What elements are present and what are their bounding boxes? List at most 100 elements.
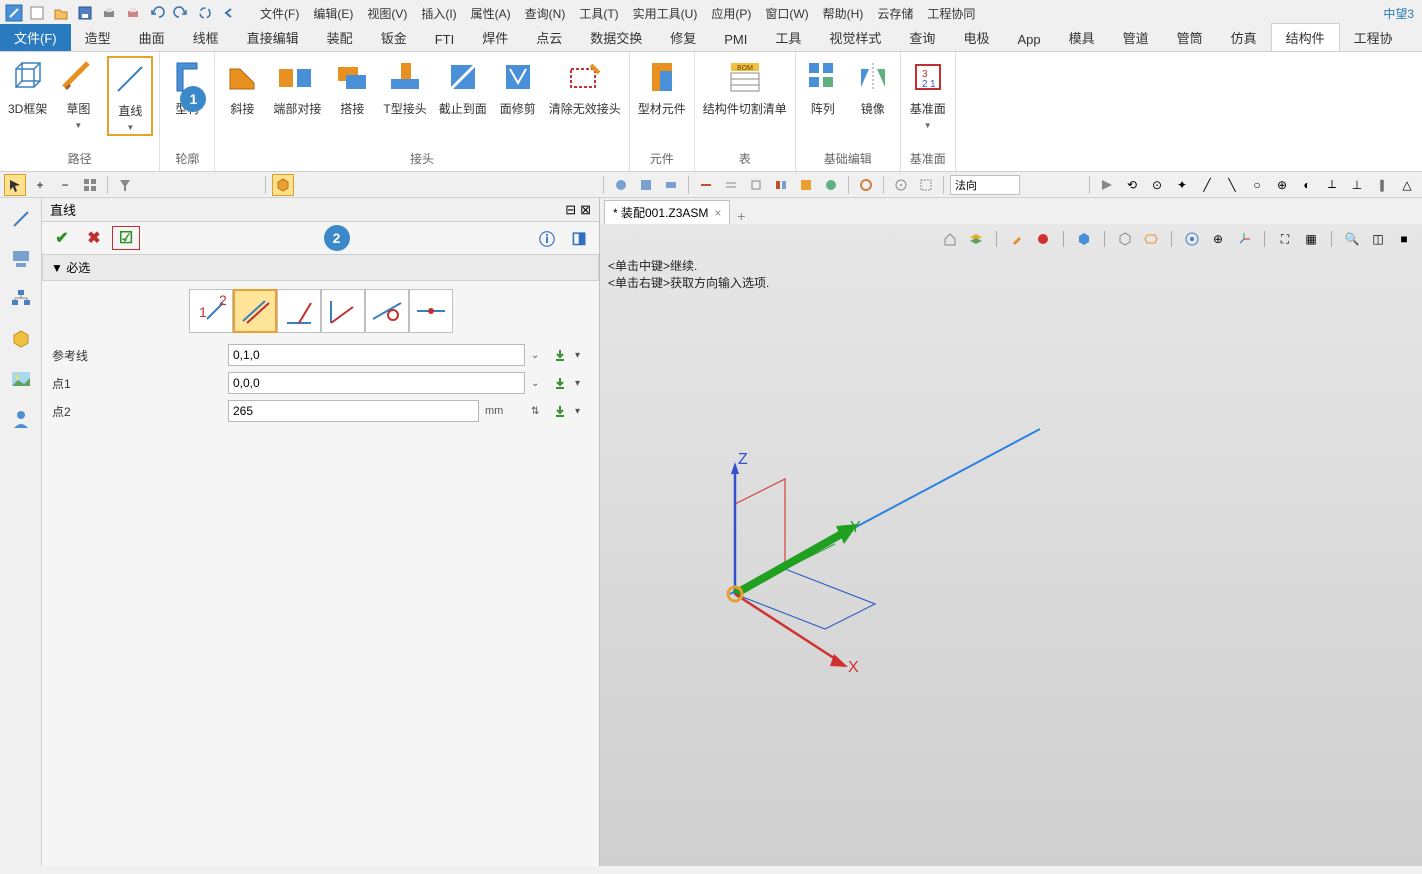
ribbon-bom[interactable]: BOM结构件切割清单 [701,56,789,119]
vt-cube[interactable] [1074,229,1094,249]
ribbon-tab-fti[interactable]: FTI [421,28,469,51]
menu-insert[interactable]: 插入(I) [415,3,462,24]
select-tool[interactable] [4,174,26,196]
line-type-parallel[interactable] [233,289,277,333]
menu-view[interactable]: 视图(V) [361,3,413,24]
ribbon-tab-struct[interactable]: 结构件 [1271,23,1340,51]
line-type-angle[interactable] [321,289,365,333]
panel-close-icon[interactable]: ⊠ [580,202,591,218]
doc-tab[interactable]: * 装配001.Z3ASM × [604,200,730,224]
ribbon-tab-repair[interactable]: 修复 [656,24,710,51]
line-type-tangent[interactable] [365,289,409,333]
ribbon-tab-mold[interactable]: 模具 [1055,24,1109,51]
tb-w[interactable]: ∥ [1371,174,1393,196]
ribbon-tab-surface[interactable]: 曲面 [125,24,179,51]
close-tab-icon[interactable]: × [714,206,721,220]
ribbon-trimface[interactable]: 截止到面 [437,56,489,119]
tb-j[interactable] [855,174,877,196]
ribbon-tab-pipe[interactable]: 管道 [1109,24,1163,51]
download-icon[interactable] [551,346,569,364]
ribbon-tab-direct[interactable]: 直接编辑 [233,24,313,51]
tb-q[interactable]: ╲ [1221,174,1243,196]
spinner-icon[interactable]: ⇅ [531,406,545,417]
tb-cube[interactable] [272,174,294,196]
apply-button[interactable]: ☑ [112,226,140,250]
tb-e[interactable] [720,174,742,196]
ribbon-tab-tube[interactable]: 管筒 [1163,24,1217,51]
vt-target2[interactable]: ⊕ [1208,229,1228,249]
ribbon-tab-cloud[interactable]: 点云 [522,24,576,51]
tb-arrow[interactable] [1096,174,1118,196]
direction-dropdown[interactable]: 法向 [950,175,1020,195]
ribbon-element[interactable]: 型材元件 [636,56,688,119]
canvas[interactable]: <单击中键>继续. <单击右键>获取方向输入选项. Z Y [600,254,1422,866]
ribbon-mirror[interactable]: 镜像 [852,56,894,119]
side-tab-user[interactable] [8,406,34,432]
tb-plus[interactable]: + [29,174,51,196]
print-icon[interactable] [100,4,118,22]
ribbon-tab-query[interactable]: 查询 [895,24,949,51]
tb-g[interactable] [770,174,792,196]
nav-left-icon[interactable] [220,4,238,22]
download-icon[interactable] [551,402,569,420]
ribbon-clear[interactable]: 清除无效接头 [547,56,623,119]
tb-u[interactable]: ⟂ [1321,174,1343,196]
menu-util[interactable]: 实用工具(U) [627,3,704,24]
tb-m[interactable]: ⟲ [1121,174,1143,196]
redo-icon[interactable] [172,4,190,22]
panel-min-icon[interactable]: ⊟ [565,202,576,218]
vt-hex[interactable] [1141,229,1161,249]
ribbon-tab-visual[interactable]: 视觉样式 [815,24,895,51]
menu-cloud[interactable]: 云存储 [871,3,919,24]
print2-icon[interactable] [124,4,142,22]
menu-app[interactable]: 应用(P) [705,3,757,24]
ribbon-tab-pmi[interactable]: PMI [710,28,761,51]
ribbon-sketch[interactable]: 草图 ▼ [57,56,99,132]
line-type-perp[interactable] [277,289,321,333]
vt-target[interactable] [1182,229,1202,249]
tb-f[interactable] [745,174,767,196]
tb-grid[interactable] [79,174,101,196]
side-tab-tree[interactable] [8,246,34,272]
tb-h[interactable] [795,174,817,196]
tb-a[interactable] [610,174,632,196]
tb-x[interactable]: △ [1396,174,1418,196]
vt-wireframe[interactable] [1115,229,1135,249]
add-tab-button[interactable]: + [730,208,752,224]
ribbon-tab-shape[interactable]: 造型 [71,24,125,51]
tb-o[interactable]: ✦ [1171,174,1193,196]
undo-icon[interactable] [148,4,166,22]
ribbon-datum[interactable]: 312基准面▼ [907,56,949,132]
ribbon-tab-tools[interactable]: 工具 [761,24,815,51]
help-button[interactable]: ◨ [565,226,593,250]
tb-filter[interactable] [114,174,136,196]
refresh-icon[interactable] [196,4,214,22]
menu-tools[interactable]: 工具(T) [573,3,624,24]
tb-d[interactable] [695,174,717,196]
refline-input[interactable] [228,344,525,366]
vt-full[interactable]: ■ [1394,229,1414,249]
ribbon-profile[interactable]: 型材 1 [166,56,208,119]
ribbon-pattern[interactable]: 阵列 [802,56,844,119]
menu-file[interactable]: 文件(F) [254,3,305,24]
menu-window[interactable]: 窗口(W) [759,3,814,24]
menu-help[interactable]: 帮助(H) [817,3,870,24]
ribbon-tab-electrode[interactable]: 电极 [949,24,1003,51]
tb-i[interactable] [820,174,842,196]
line-type-horiz[interactable] [409,289,453,333]
new-icon[interactable] [28,4,46,22]
ribbon-tab-file[interactable]: 文件(F) [0,24,71,51]
download-icon[interactable] [551,374,569,392]
accordion-header[interactable]: ▼ 必选 [42,254,599,281]
ribbon-lap[interactable]: 搭接 [331,56,373,119]
ribbon-tab-weld[interactable]: 焊件 [468,24,522,51]
dropdown2-icon[interactable]: ▾ [575,378,589,389]
info-button[interactable]: ⓘ [533,226,561,250]
vt-color[interactable] [1033,229,1053,249]
ribbon-miter[interactable]: 斜接 [221,56,263,119]
side-tab-hierarchy[interactable] [8,286,34,312]
ribbon-tab-exchange[interactable]: 数据交换 [576,24,656,51]
tb-minus[interactable]: − [54,174,76,196]
tb-n[interactable]: ⊙ [1146,174,1168,196]
tb-b[interactable] [635,174,657,196]
